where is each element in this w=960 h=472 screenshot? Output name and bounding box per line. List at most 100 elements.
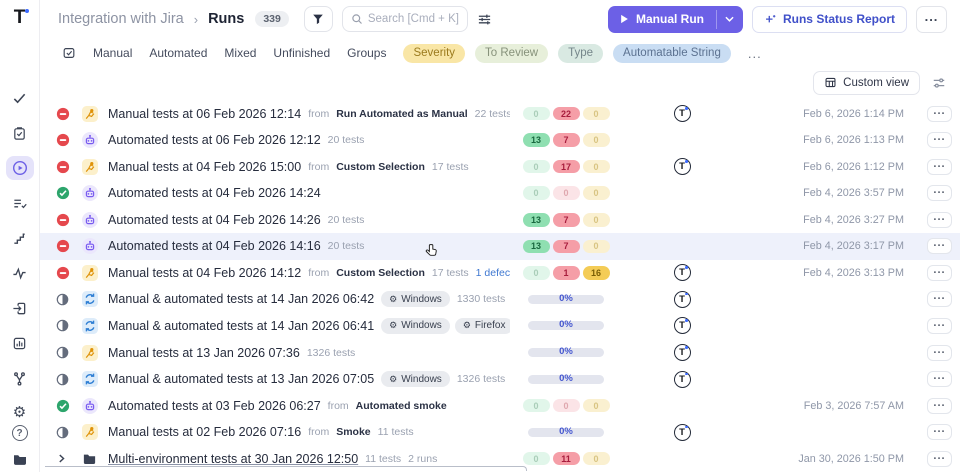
filter-chip-type[interactable]: Type: [558, 43, 604, 63]
environment-chip-firefox: ⚙ Firefox: [454, 317, 510, 334]
row-menu-button[interactable]: ...: [927, 291, 952, 308]
table-row[interactable]: Manual & automated tests at 14 Jan 2026 …: [40, 313, 960, 340]
row-menu-button[interactable]: ...: [927, 185, 952, 202]
table-row[interactable]: Manual & automated tests at 14 Jan 2026 …: [40, 286, 960, 313]
assignee-avatar[interactable]: T: [673, 158, 691, 176]
row-menu-button[interactable]: ...: [927, 105, 952, 122]
filter-tab-automated[interactable]: Automated: [149, 46, 207, 60]
filter-more-button[interactable]: ...: [748, 46, 762, 61]
run-title[interactable]: Manual & automated tests at 14 Jan 2026 …: [108, 292, 374, 306]
run-title[interactable]: Manual tests at 04 Feb 2026 15:00: [108, 160, 301, 174]
table-row[interactable]: Manual tests at 13 Jan 2026 07:36 1326 t…: [40, 339, 960, 366]
sidebar-item-list-check[interactable]: [6, 191, 34, 215]
table-row[interactable]: Automated tests at 06 Feb 2026 12:12 20 …: [40, 127, 960, 154]
sidebar-item-pulse[interactable]: [6, 261, 34, 285]
sidebar-item-runs-play[interactable]: [5, 156, 34, 180]
row-menu-button[interactable]: ...: [927, 317, 952, 334]
row-menu-button[interactable]: ...: [927, 132, 952, 149]
custom-view-button[interactable]: Custom view: [813, 70, 920, 95]
sidebar-item-branch[interactable]: [6, 366, 34, 390]
run-title[interactable]: Automated tests at 03 Feb 2026 06:27: [108, 399, 321, 413]
topbar-more-button[interactable]: ...: [916, 5, 947, 33]
filter-tab-manual[interactable]: Manual: [93, 46, 132, 60]
chevron-down-icon: [725, 16, 735, 23]
manual-run-icon: [82, 344, 108, 361]
filter-chip-to-review[interactable]: To Review: [475, 43, 549, 63]
assignee-avatar[interactable]: T: [673, 264, 691, 282]
row-menu-button[interactable]: ...: [927, 264, 952, 281]
sidebar-item-settings-gear[interactable]: ⚙: [6, 401, 34, 425]
run-title[interactable]: Multi-environment tests at 30 Jan 2026 1…: [108, 452, 358, 466]
column-settings-icon[interactable]: [932, 76, 946, 90]
environment-chip-windows: ⚙ Windows: [381, 317, 450, 334]
assignee-avatar[interactable]: T: [673, 370, 691, 388]
row-menu-button[interactable]: ...: [927, 211, 952, 228]
run-title[interactable]: Automated tests at 06 Feb 2026 12:12: [108, 133, 321, 147]
projects-folder-icon[interactable]: [12, 451, 28, 467]
run-title[interactable]: Automated tests at 04 Feb 2026 14:16: [108, 239, 321, 253]
sidebar-nav: ⚙: [5, 86, 34, 425]
run-from-label: from: [308, 107, 330, 120]
sidebar-item-check[interactable]: [6, 86, 34, 110]
run-title[interactable]: Manual tests at 02 Feb 2026 07:16: [108, 425, 301, 439]
run-tests-count: 17 tests: [431, 266, 469, 279]
breadcrumb-project[interactable]: Integration with Jira: [58, 11, 184, 27]
search-box[interactable]: [341, 6, 468, 33]
run-title[interactable]: Manual tests at 04 Feb 2026 14:12: [108, 266, 301, 280]
table-row[interactable]: Manual tests at 02 Feb 2026 07:16 from S…: [40, 419, 960, 446]
run-from-label: from: [308, 426, 330, 439]
run-defects-link[interactable]: 1 defects: [476, 267, 510, 279]
filter-funnel-button[interactable]: [303, 6, 333, 33]
filter-tab-groups[interactable]: Groups: [347, 46, 386, 60]
row-menu-button[interactable]: ...: [927, 158, 952, 175]
run-tests-count: 11 tests: [365, 452, 402, 465]
table-row[interactable]: Automated tests at 04 Feb 2026 14:24 000…: [40, 180, 960, 207]
search-input[interactable]: [367, 13, 459, 26]
table-row[interactable]: Automated tests at 04 Feb 2026 14:16 20 …: [40, 233, 960, 260]
sidebar-item-reports-chart[interactable]: [6, 331, 34, 355]
sidebar-item-clipboard-check[interactable]: [6, 121, 34, 145]
row-menu-button[interactable]: ...: [927, 371, 952, 388]
assignee-avatar[interactable]: T: [673, 423, 691, 441]
row-menu-button[interactable]: ...: [927, 238, 952, 255]
row-menu-button[interactable]: ...: [927, 344, 952, 361]
manual-run-button[interactable]: Manual Run: [607, 5, 743, 33]
filter-tab-unfinished[interactable]: Unfinished: [273, 46, 330, 60]
run-title[interactable]: Automated tests at 04 Feb 2026 14:26: [108, 213, 321, 227]
manual-run-dropdown[interactable]: [717, 6, 743, 33]
row-menu-button[interactable]: ...: [927, 397, 952, 414]
filter-chip-automatable-string[interactable]: Automatable String: [613, 43, 731, 63]
search-settings-icon[interactable]: [477, 12, 492, 27]
run-tests-count: 17 tests: [431, 160, 469, 173]
run-title[interactable]: Manual & automated tests at 13 Jan 2026 …: [108, 372, 374, 386]
app-logo[interactable]: T: [14, 8, 30, 28]
table-row[interactable]: Manual tests at 06 Feb 2026 12:14 from R…: [40, 100, 960, 127]
table-row[interactable]: Manual tests at 04 Feb 2026 15:00 from C…: [40, 153, 960, 180]
sidebar-item-steps[interactable]: [6, 226, 34, 250]
app-sidebar: T ⚙ ? T: [0, 0, 40, 472]
passed-count-badge: 13: [522, 213, 550, 227]
run-title[interactable]: Manual tests at 13 Jan 2026 07:36: [108, 346, 300, 360]
table-row[interactable]: Manual tests at 04 Feb 2026 14:12 from C…: [40, 260, 960, 287]
filter-chip-severity[interactable]: Severity: [403, 43, 466, 63]
help-icon[interactable]: ?: [11, 425, 28, 441]
run-results: 0 1 16: [510, 266, 622, 280]
table-row[interactable]: Automated tests at 03 Feb 2026 06:27 fro…: [40, 392, 960, 419]
assignee-avatar[interactable]: T: [673, 105, 691, 123]
assignee-avatar[interactable]: T: [673, 290, 691, 308]
run-progress-bar: 0%: [528, 346, 604, 358]
row-menu-button[interactable]: ...: [927, 450, 952, 467]
table-row[interactable]: Automated tests at 04 Feb 2026 14:26 20 …: [40, 207, 960, 234]
run-title[interactable]: Manual tests at 06 Feb 2026 12:14: [108, 107, 301, 121]
sidebar-item-import[interactable]: [6, 296, 34, 320]
assignee-avatar[interactable]: T: [673, 344, 691, 362]
assignee-avatar[interactable]: T: [673, 317, 691, 335]
runs-status-report-button[interactable]: Runs Status Report: [751, 5, 907, 33]
bulk-select-icon[interactable]: [62, 46, 76, 60]
run-title[interactable]: Manual & automated tests at 14 Jan 2026 …: [108, 319, 374, 333]
filter-tab-mixed[interactable]: Mixed: [224, 46, 256, 60]
run-title[interactable]: Automated tests at 04 Feb 2026 14:24: [108, 186, 321, 200]
table-row[interactable]: Manual & automated tests at 13 Jan 2026 …: [40, 366, 960, 393]
run-progress-percent: 0%: [559, 319, 573, 331]
row-menu-button[interactable]: ...: [927, 424, 952, 441]
